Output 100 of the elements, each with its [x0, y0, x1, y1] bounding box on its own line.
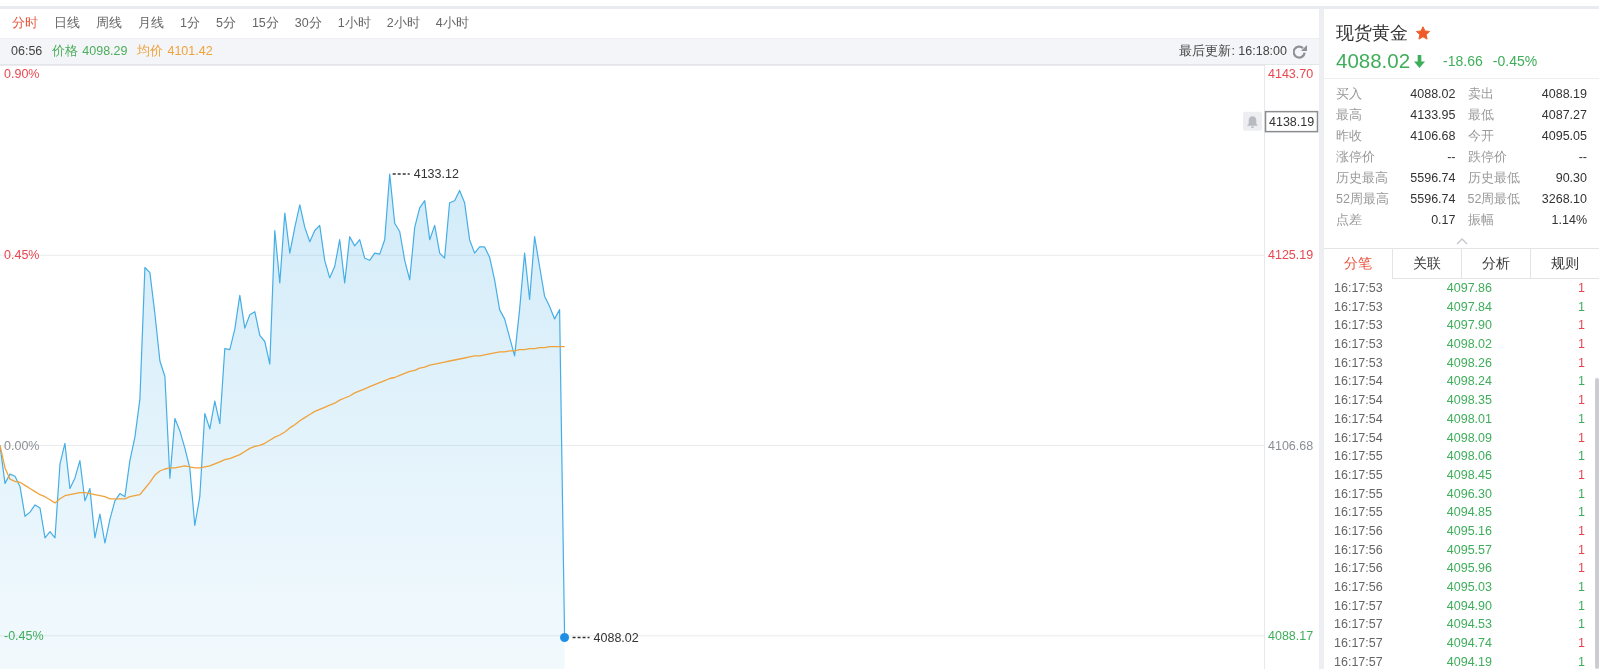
high-price-label: 4133.12	[413, 166, 459, 181]
period-tab[interactable]: 5分	[207, 9, 244, 38]
readout-label: 均价	[137, 43, 164, 61]
tick-volume: 1	[1578, 635, 1585, 653]
tick-price: 4095.03	[1446, 579, 1492, 596]
tick-price: 4098.35	[1446, 392, 1492, 410]
period-tab[interactable]: 分时	[4, 9, 46, 38]
readout-value: 4098.29	[82, 43, 128, 61]
current-price: 4088.02	[1336, 48, 1411, 74]
price-axis-label: 4106.68	[1268, 438, 1314, 453]
period-tab[interactable]: 2小时	[378, 9, 428, 38]
last-price-label: 4088.02	[593, 630, 639, 645]
period-tab[interactable]: 30分	[286, 9, 330, 38]
tick-volume: 1	[1578, 298, 1585, 316]
tick-time: 16:17:56	[1334, 541, 1384, 559]
tick-price: 4098.26	[1446, 354, 1492, 372]
percent-axis-label: 0.00%	[4, 438, 40, 453]
tick-price: 4094.85	[1446, 504, 1492, 522]
tick-price: 4097.84	[1446, 298, 1492, 316]
refresh-icon[interactable]	[1293, 44, 1307, 59]
readout-label: 价格	[52, 43, 79, 61]
stat-label: 52周最低	[1467, 191, 1521, 209]
tick-volume: 1	[1578, 522, 1585, 540]
tick-volume: 1	[1578, 579, 1585, 596]
alert-price-tag: 4138.19	[1264, 110, 1319, 133]
price-change-percent: -0.45%	[1492, 51, 1538, 71]
tick-time: 16:17:54	[1334, 429, 1384, 447]
readout-value: 4101.42	[167, 43, 213, 61]
stat-label: 最高	[1336, 107, 1362, 125]
stat-value: 1.14%	[1551, 212, 1587, 230]
tick-volume: 1	[1578, 354, 1585, 372]
stat-value: 4106.68	[1410, 128, 1456, 146]
percent-axis-label: -0.45%	[4, 628, 44, 643]
bell-icon[interactable]	[1243, 111, 1262, 131]
period-tab[interactable]: 周线	[88, 9, 130, 38]
tick-volume: 1	[1578, 504, 1585, 522]
tick-time: 16:17:55	[1334, 504, 1384, 522]
tick-time: 16:17:57	[1334, 653, 1384, 669]
tick-volume: 1	[1578, 560, 1585, 578]
tick-price: 4097.90	[1446, 317, 1492, 335]
stat-label: 涨停价	[1336, 149, 1375, 167]
period-tab[interactable]: 月线	[130, 9, 172, 38]
star-icon[interactable]	[1416, 26, 1430, 40]
tick-volume: 1	[1578, 280, 1585, 297]
period-tab[interactable]: 日线	[46, 9, 88, 38]
stat-label: 买入	[1336, 86, 1362, 104]
tick-volume: 1	[1578, 410, 1585, 428]
tick-price: 4095.16	[1446, 522, 1492, 540]
stat-value: 4087.27	[1541, 107, 1587, 125]
tick-volume: 1	[1578, 485, 1585, 503]
scrollbar-thumb[interactable]	[1595, 378, 1599, 669]
stat-label: 历史最高	[1336, 170, 1388, 188]
period-tab[interactable]: 15分	[243, 9, 287, 38]
tick-price: 4094.90	[1446, 597, 1492, 615]
stat-value: 90.30	[1555, 170, 1587, 188]
tick-volume: 1	[1578, 429, 1585, 447]
tick-time: 16:17:54	[1334, 373, 1384, 391]
tick-time: 16:17:57	[1334, 635, 1384, 653]
stat-value: 4095.05	[1541, 128, 1587, 146]
tick-time: 16:17:54	[1334, 410, 1384, 428]
tick-time: 16:17:57	[1334, 616, 1384, 634]
percent-axis-label: 0.90%	[4, 67, 40, 81]
stat-value: 5596.74	[1410, 170, 1456, 188]
tick-price: 4098.06	[1446, 448, 1492, 466]
detail-tab[interactable]: 分析	[1461, 248, 1530, 279]
period-tab[interactable]: 1小时	[329, 9, 379, 38]
detail-tab[interactable]: 规则	[1530, 248, 1599, 279]
leader-line	[391, 173, 411, 175]
stat-label: 今开	[1467, 128, 1494, 146]
tick-price: 4095.96	[1446, 560, 1492, 578]
tick-time: 16:17:53	[1334, 317, 1384, 335]
tick-price: 4094.74	[1446, 635, 1492, 653]
period-tab[interactable]: 4小时	[427, 9, 477, 38]
tick-price: 4098.45	[1446, 466, 1492, 484]
price-axis-label: 4143.70	[1268, 67, 1314, 81]
tick-time: 16:17:55	[1334, 466, 1384, 484]
period-tab[interactable]: 1分	[172, 9, 208, 38]
stat-label: 最低	[1467, 107, 1494, 125]
tick-volume: 1	[1578, 466, 1585, 484]
stat-label: 跌停价	[1467, 149, 1507, 167]
tick-volume: 1	[1578, 373, 1585, 391]
tick-time: 16:17:56	[1334, 560, 1384, 578]
stat-value: --	[1578, 149, 1587, 167]
detail-tab[interactable]: 关联	[1392, 248, 1461, 279]
tick-price: 4095.57	[1446, 541, 1492, 559]
dot-marker-icon	[560, 633, 570, 643]
caret-up-icon[interactable]	[1455, 238, 1468, 245]
tick-price: 4098.09	[1446, 429, 1492, 447]
stat-value: 3268.10	[1541, 191, 1587, 209]
tick-price: 4098.02	[1446, 336, 1492, 354]
tick-time: 16:17:53	[1334, 336, 1384, 354]
stat-label: 振幅	[1467, 212, 1494, 230]
price-axis-label: 4088.17	[1268, 628, 1314, 643]
tick-time: 16:17:56	[1334, 522, 1384, 540]
tick-volume: 1	[1578, 541, 1585, 559]
tick-volume: 1	[1578, 448, 1585, 466]
stat-label: 52周最高	[1336, 191, 1389, 209]
leader-line	[571, 636, 591, 639]
tick-price: 4098.24	[1446, 373, 1492, 391]
last-update-time: 最后更新: 16:18:00	[1179, 43, 1287, 61]
